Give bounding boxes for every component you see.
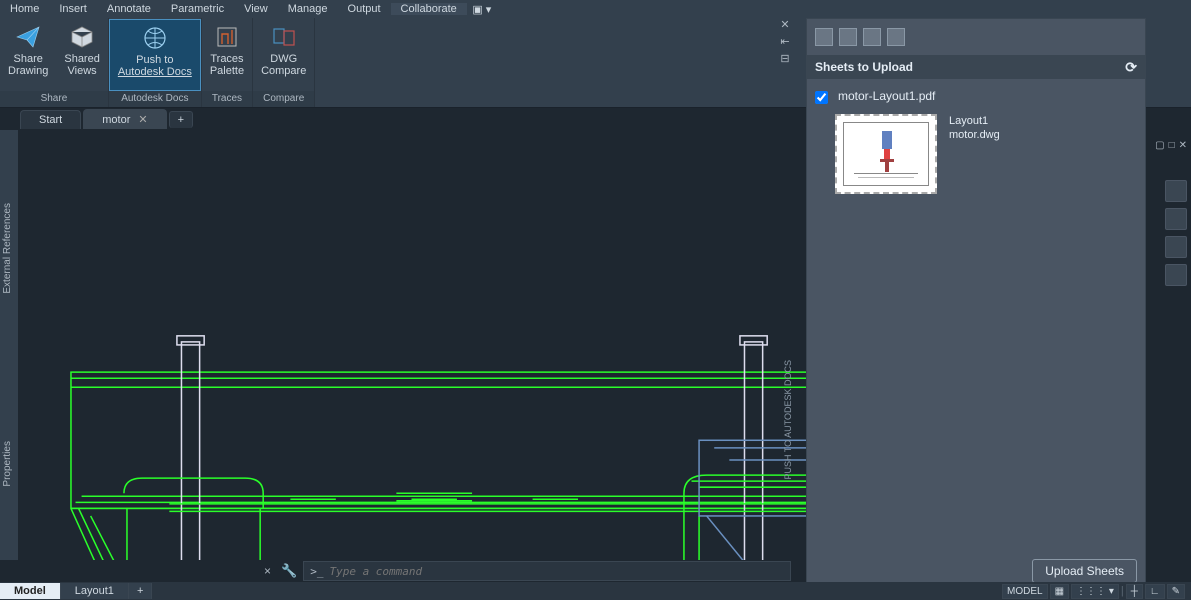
panel-close-icon[interactable]: ✕ (780, 18, 789, 31)
sheets-to-upload-panel: Sheets to Upload ⟳ motor-Layout1.pdf Lay… (806, 18, 1146, 592)
push-autodesk-docs-panel-label: PUSH TO AUTODESK DOCS (783, 360, 793, 480)
share-drawing-button[interactable]: Share Drawing (0, 19, 56, 91)
far-right-toolbar: ▢ □ ✕ (1146, 130, 1191, 592)
push-autodesk-docs-button[interactable]: Push to Autodesk Docs (109, 19, 201, 91)
paper-plane-icon (14, 23, 42, 51)
sheet-checkbox[interactable] (815, 91, 828, 104)
status-grid-icon[interactable]: ▦ (1050, 584, 1069, 599)
layout-tab-add[interactable]: + (129, 583, 152, 599)
sheet-source-file: motor.dwg (949, 128, 1000, 142)
layout-tab-model[interactable]: Model (0, 583, 61, 599)
command-line: × 🔧 >_ (260, 560, 791, 582)
menu-bar: Home Insert Annotate Parametric View Man… (0, 0, 1191, 18)
status-ortho-icon[interactable]: ∟ (1145, 584, 1165, 599)
compare-icon (270, 23, 298, 51)
sheets-list: motor-Layout1.pdf Layout1 motor.dwg (807, 79, 1145, 551)
menu-overflow-dropdown[interactable]: ▣ ▾ (467, 3, 497, 16)
ribbon-group-label: Share (0, 91, 108, 107)
globe-push-icon (141, 24, 169, 52)
ribbon-group-label: Traces (202, 91, 252, 107)
command-close-icon[interactable]: × (260, 564, 275, 578)
ribbon-group-label: Compare (253, 91, 314, 107)
shared-views-button[interactable]: Shared Views (56, 19, 107, 91)
nav-tool-compass[interactable] (1165, 180, 1187, 202)
properties-panel-tab[interactable]: Properties (0, 431, 18, 497)
ribbon-group-autodesk-docs: Push to Autodesk Docs Autodesk Docs (109, 18, 202, 107)
window-maximize-icon[interactable]: □ (1169, 140, 1175, 151)
sheets-panel-header: Sheets to Upload ⟳ (807, 55, 1145, 79)
window-minimize-icon[interactable]: ▢ (1155, 140, 1164, 151)
tab-motor[interactable]: motor ✕ (83, 109, 166, 129)
upload-sheets-button[interactable]: Upload Sheets (1032, 559, 1137, 583)
bottom-bar: Model Layout1 + MODEL ▦ ⋮⋮⋮ ▾ | ┼ ∟ ✎ (0, 582, 1191, 600)
tab-start[interactable]: Start (20, 110, 81, 129)
ribbon-group-traces: Traces Palette Traces (202, 18, 253, 107)
panel-control-buttons: ✕ ⇤ ⊟ (777, 18, 793, 65)
menu-manage[interactable]: Manage (278, 3, 338, 15)
remove-sheet-icon[interactable] (839, 28, 857, 46)
dwg-compare-button[interactable]: DWG Compare (253, 19, 314, 91)
tab-add-button[interactable]: + (169, 111, 193, 128)
nav-tool-zoom[interactable] (1165, 236, 1187, 258)
menu-collaborate[interactable]: Collaborate (391, 3, 467, 15)
command-input-wrap[interactable]: >_ (303, 561, 791, 581)
sheet-thumbnail-row: Layout1 motor.dwg (815, 114, 1137, 194)
command-prompt-icon: >_ (310, 565, 323, 578)
traces-icon (213, 23, 241, 51)
close-tab-icon[interactable]: ✕ (138, 113, 147, 126)
save-icon[interactable] (887, 28, 905, 46)
status-snap-icon[interactable]: ⋮⋮⋮ ▾ (1071, 584, 1119, 599)
ribbon-group-label: Autodesk Docs (109, 91, 201, 107)
refresh-icon[interactable]: ⟳ (1125, 59, 1137, 76)
add-sheet-icon[interactable] (815, 28, 833, 46)
nav-tool-orbit[interactable] (1165, 264, 1187, 286)
menu-parametric[interactable]: Parametric (161, 3, 234, 15)
navigation-tools (1165, 180, 1187, 286)
ribbon-group-compare: DWG Compare Compare (253, 18, 315, 107)
sheet-thumbnail[interactable] (835, 114, 937, 194)
side-panels-collapsed: External References Properties (0, 130, 18, 560)
panel-collapse-icon[interactable]: ⇤ (780, 35, 789, 48)
sheet-item[interactable]: motor-Layout1.pdf (815, 85, 1137, 108)
cube-icon (68, 23, 96, 51)
menu-annotate[interactable]: Annotate (97, 3, 161, 15)
settings-icon[interactable] (863, 28, 881, 46)
nav-tool-pan[interactable] (1165, 208, 1187, 230)
status-model-button[interactable]: MODEL (1002, 584, 1048, 599)
sheets-panel-title: Sheets to Upload (815, 60, 913, 74)
command-input[interactable] (329, 565, 784, 578)
external-references-panel-tab[interactable]: External References (0, 193, 18, 304)
layout-tab-layout1[interactable]: Layout1 (61, 583, 129, 599)
menu-view[interactable]: View (234, 3, 278, 15)
sheet-meta: Layout1 motor.dwg (949, 114, 1000, 194)
sheet-filename: motor-Layout1.pdf (838, 89, 935, 103)
window-close-icon[interactable]: ✕ (1179, 140, 1187, 151)
status-annotate-icon[interactable]: ✎ (1167, 584, 1185, 599)
window-controls: ▢ □ ✕ (1155, 140, 1187, 151)
sheet-layout-name: Layout1 (949, 114, 1000, 128)
menu-output[interactable]: Output (338, 3, 391, 15)
menu-home[interactable]: Home (0, 3, 49, 15)
traces-palette-button[interactable]: Traces Palette (202, 19, 252, 91)
status-crosshair-icon[interactable]: ┼ (1126, 584, 1143, 599)
sheets-toolbar (807, 19, 1145, 55)
panel-pin-icon[interactable]: ⊟ (780, 52, 789, 65)
ribbon-group-share: Share Drawing Shared Views Share (0, 18, 109, 107)
command-config-icon[interactable]: 🔧 (281, 563, 297, 579)
status-bar: MODEL ▦ ⋮⋮⋮ ▾ | ┼ ∟ ✎ (1002, 584, 1191, 599)
menu-insert[interactable]: Insert (49, 3, 97, 15)
